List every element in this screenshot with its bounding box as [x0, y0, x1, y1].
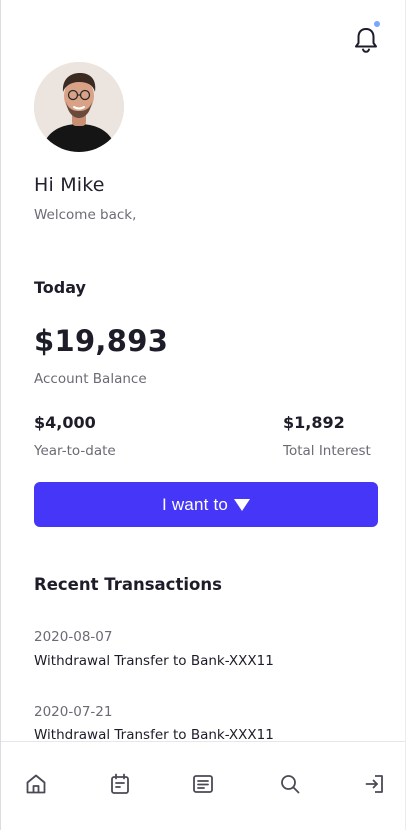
transaction-date: 2020-08-07 — [34, 629, 113, 645]
i-want-to-label: I want to — [161, 494, 229, 514]
notification-dot — [374, 21, 380, 27]
search-icon[interactable] — [278, 772, 302, 796]
transaction-description[interactable]: Withdrawal Transfer to Bank-XXX11 — [34, 653, 274, 669]
total-interest-label: Total Interest — [283, 443, 371, 459]
year-to-date-value: $4,000 — [34, 413, 96, 432]
home-icon[interactable] — [24, 772, 48, 796]
year-to-date-label: Year-to-date — [34, 443, 116, 459]
app-screen: Hi Mike Welcome back, Today $19,893 Acco… — [0, 0, 406, 830]
account-balance-label: Account Balance — [34, 371, 147, 387]
avatar[interactable] — [34, 62, 124, 152]
logout-icon[interactable] — [363, 772, 387, 796]
welcome-text: Welcome back, — [34, 207, 137, 223]
greeting: Hi Mike — [34, 174, 105, 196]
total-interest-value: $1,892 — [283, 413, 345, 432]
document-icon[interactable] — [191, 772, 215, 796]
period-heading: Today — [34, 278, 86, 297]
calendar-icon[interactable] — [108, 772, 132, 796]
caret-down-icon — [234, 498, 251, 511]
recent-transactions-heading: Recent Transactions — [34, 575, 222, 594]
i-want-to-button[interactable]: I want to — [34, 482, 378, 527]
account-balance-value: $19,893 — [34, 324, 169, 358]
bell-icon[interactable] — [353, 26, 379, 54]
transaction-date: 2020-07-21 — [34, 704, 113, 720]
